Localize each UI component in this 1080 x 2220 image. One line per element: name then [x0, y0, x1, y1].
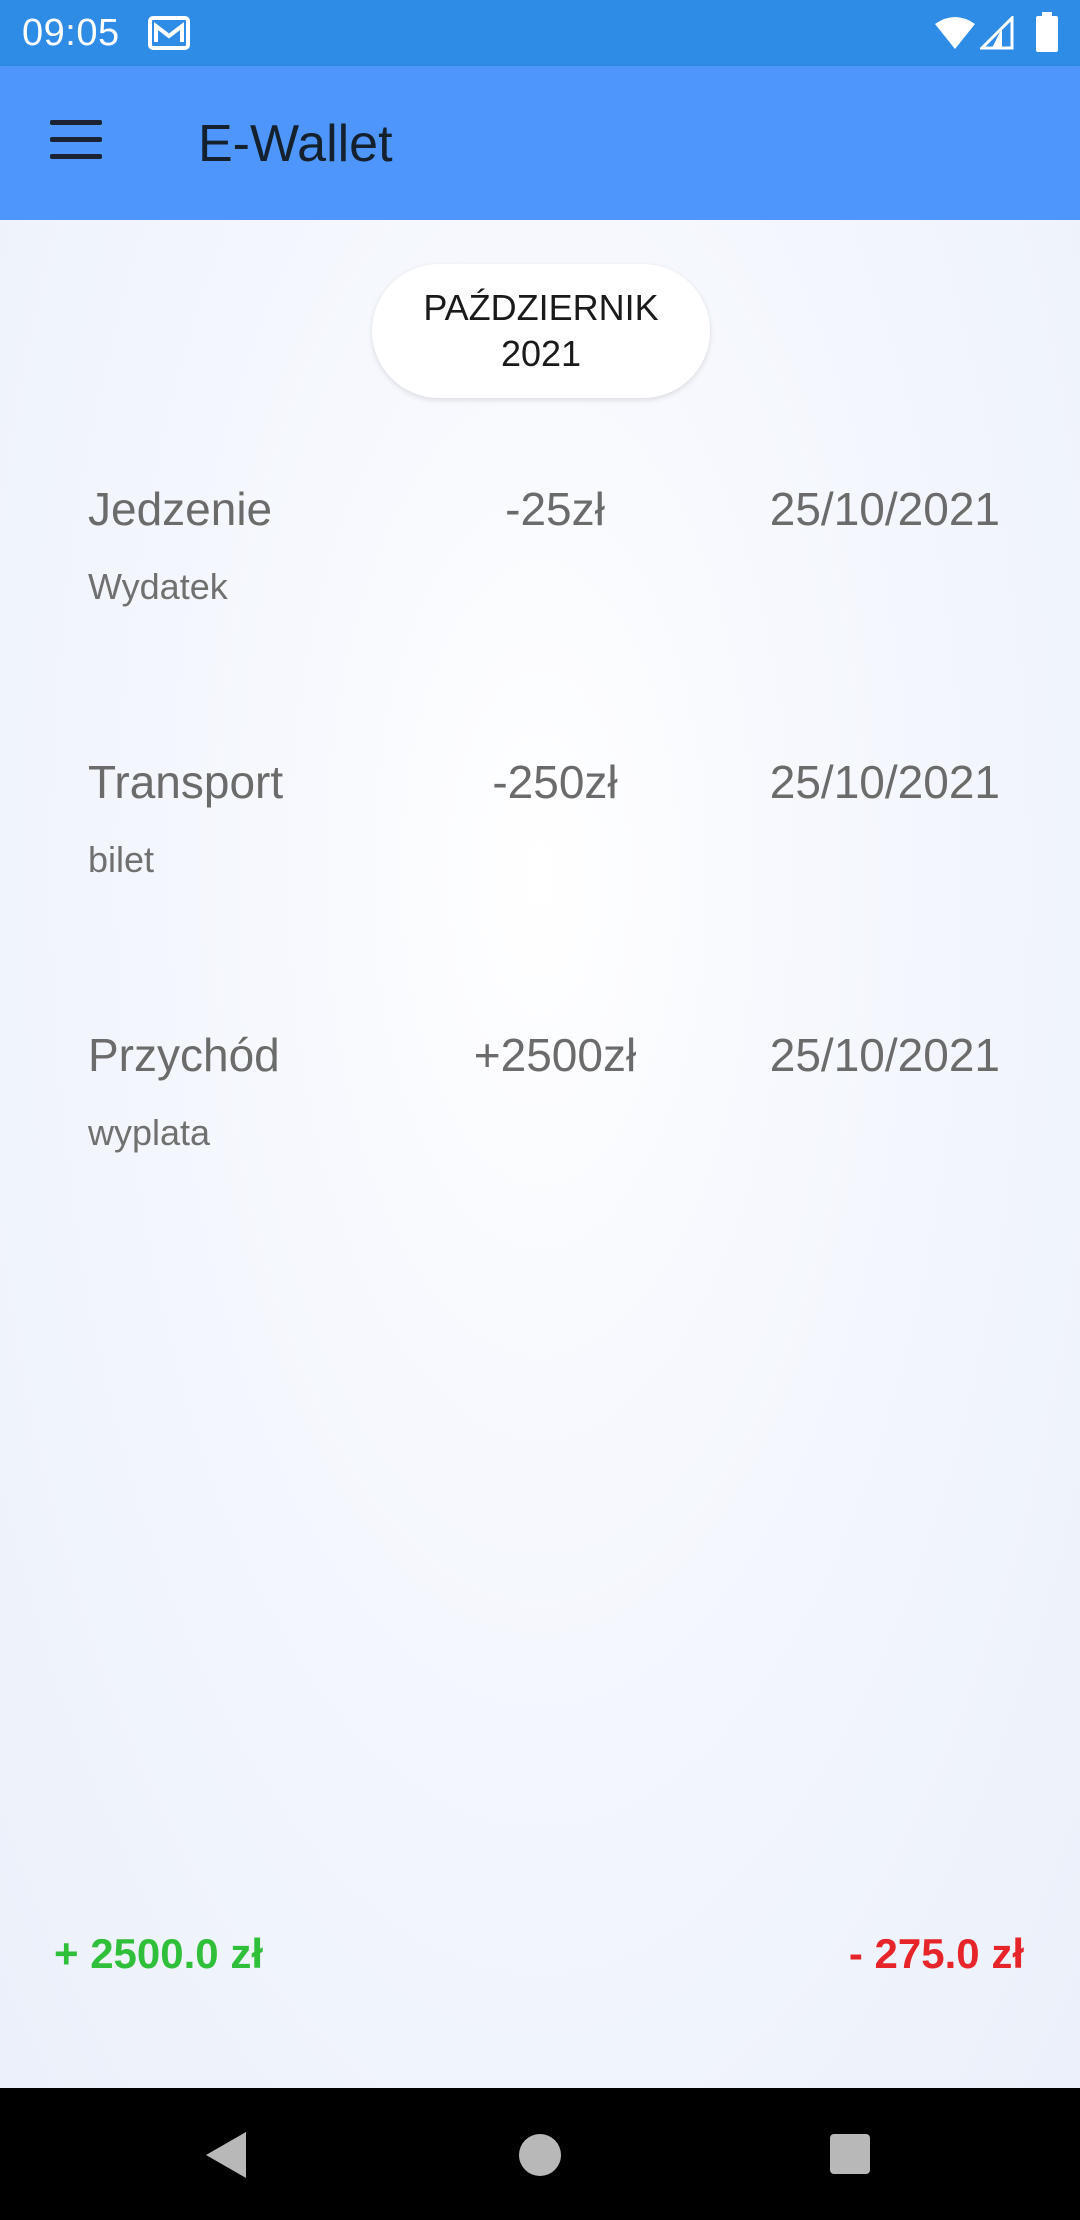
total-income: + 2500.0 zł — [54, 1930, 263, 1977]
transaction-note: wyplata — [88, 1112, 211, 1153]
home-icon[interactable] — [519, 2134, 561, 2176]
transaction-category: Transport — [88, 756, 284, 808]
transaction-amount: +2500zł — [473, 1029, 637, 1081]
total-expense: - 275.0 zł — [848, 1930, 1024, 1977]
app-bar: E-Wallet — [0, 66, 1080, 220]
wifi-icon — [935, 17, 975, 49]
transaction-date: 25/10/2021 — [769, 756, 1000, 808]
transaction-note: bilet — [88, 839, 155, 880]
year-label: 2021 — [500, 333, 582, 374]
app-title: E-Wallet — [198, 115, 393, 173]
battery-icon — [1036, 12, 1058, 52]
transaction-row[interactable]: Przychód wyplata +2500zł 25/10/2021 — [0, 1028, 1080, 1228]
month-label: PAŹDZIERNIK — [423, 287, 659, 328]
signal-icon — [980, 16, 1014, 50]
recents-icon[interactable] — [830, 2134, 870, 2174]
transaction-category: Jedzenie — [88, 483, 273, 535]
month-selector-button[interactable]: PAŹDZIERNIK 2021 — [372, 264, 710, 398]
mail-icon — [148, 16, 190, 50]
transaction-amount: -250zł — [492, 756, 618, 808]
back-icon[interactable] — [204, 2130, 248, 2180]
status-bar: 09:05 — [0, 0, 1080, 66]
status-time: 09:05 — [22, 12, 120, 54]
transaction-amount: -25zł — [505, 483, 605, 535]
system-navigation-bar — [0, 2088, 1080, 2220]
main-content: PAŹDZIERNIK 2021 Jedzenie Wydatek -25zł … — [0, 220, 1080, 2088]
hamburger-menu-icon[interactable] — [50, 120, 104, 164]
transaction-date: 25/10/2021 — [769, 1029, 1000, 1081]
transaction-row[interactable]: Transport bilet -250zł 25/10/2021 — [0, 755, 1080, 955]
transaction-category: Przychód — [88, 1029, 280, 1081]
transaction-row[interactable]: Jedzenie Wydatek -25zł 25/10/2021 — [0, 482, 1080, 682]
transaction-date: 25/10/2021 — [769, 483, 1000, 535]
transaction-note: Wydatek — [88, 566, 228, 607]
